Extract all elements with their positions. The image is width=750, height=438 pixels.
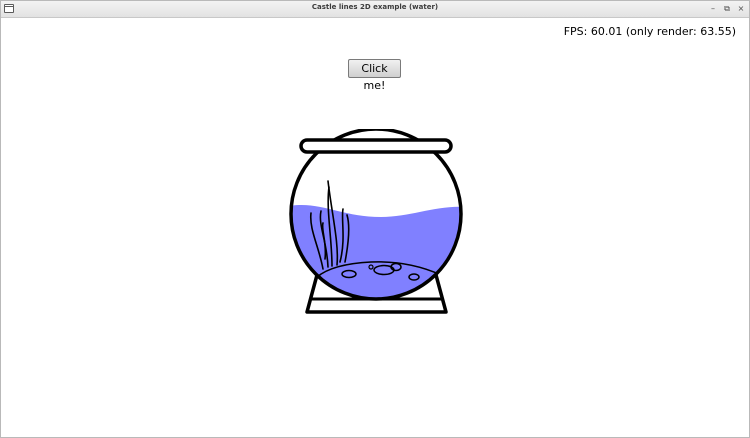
- fps-counter: FPS: 60.01 (only render: 63.55): [563, 25, 736, 38]
- fishbowl-rim: [299, 138, 453, 154]
- close-icon[interactable]: ×: [737, 2, 745, 16]
- window-controls: – ⧉ ×: [709, 2, 745, 16]
- click-me-button[interactable]: Click me!: [348, 59, 401, 92]
- title-bar[interactable]: Castle lines 2D example (water) – ⧉ ×: [1, 1, 749, 18]
- fishbowl-icon: [289, 129, 463, 314]
- minimize-icon[interactable]: –: [709, 2, 717, 16]
- window-title: Castle lines 2D example (water): [311, 3, 439, 11]
- restore-icon[interactable]: ⧉: [723, 2, 731, 16]
- app-window: Castle lines 2D example (water) – ⧉ × FP…: [0, 0, 750, 438]
